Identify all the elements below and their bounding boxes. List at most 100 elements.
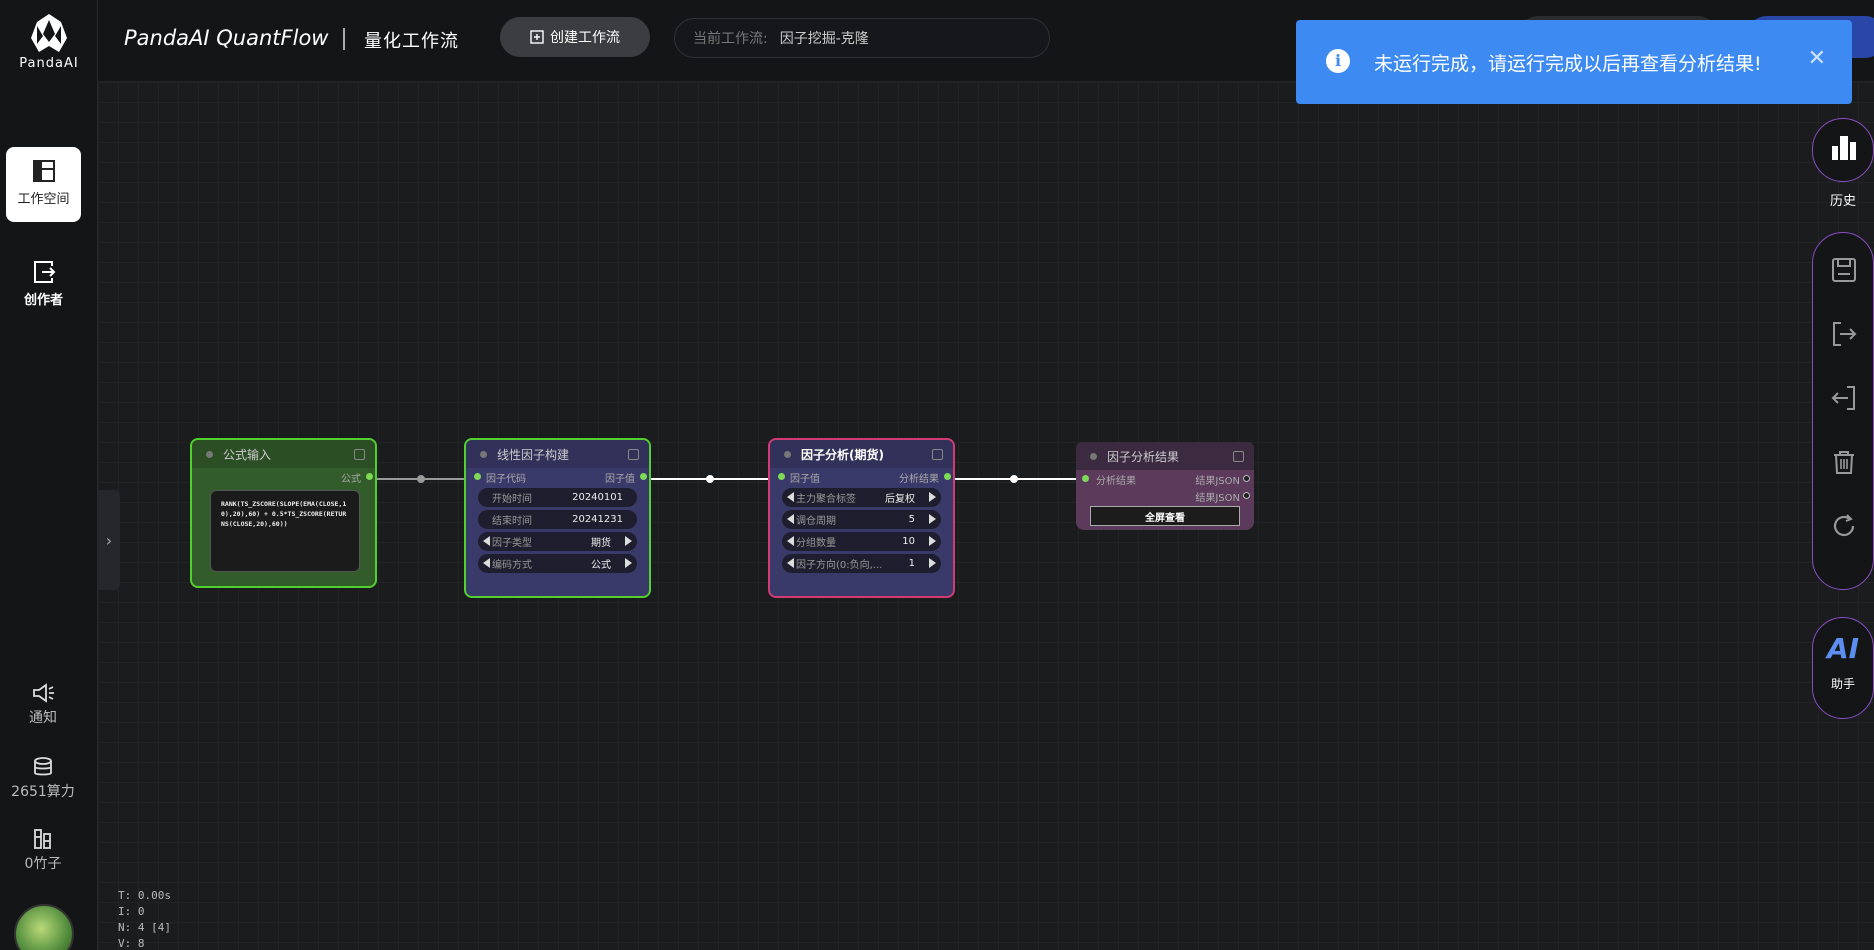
plus-square-icon	[530, 30, 544, 44]
node-status-dot	[206, 450, 213, 458]
export-icon[interactable]	[1830, 320, 1858, 348]
expand-panel-button[interactable]: ›	[98, 490, 120, 590]
rebalance-period-stepper[interactable]: 调仓周期 5	[782, 510, 941, 529]
node-title: 公式输入	[223, 447, 272, 462]
history-button[interactable]	[1812, 118, 1874, 182]
arrow-left-icon[interactable]	[787, 536, 794, 546]
group-count-stepper[interactable]: 分组数量 10	[782, 532, 941, 551]
node-formula-input[interactable]: 公式输入 公式 RANK(TS_ZSCORE(SLOPE(EMA(CLOSE,1…	[190, 438, 377, 588]
formula-textarea[interactable]: RANK(TS_ZSCORE(SLOPE(EMA(CLOSE,10),20),6…	[210, 490, 360, 572]
output-port[interactable]	[944, 473, 951, 480]
output-port[interactable]	[1243, 475, 1250, 482]
output-port[interactable]	[1243, 492, 1250, 499]
node-header[interactable]: 因子分析(期货)	[770, 440, 953, 468]
arrow-left-icon[interactable]	[787, 492, 794, 502]
factor-direction-stepper[interactable]: 因子方向(0:负向,... 1	[782, 554, 941, 573]
edit-icon[interactable]	[1233, 451, 1244, 462]
save-icon[interactable]	[1830, 256, 1858, 284]
node-header[interactable]: 因子分析结果	[1076, 442, 1254, 470]
arrow-right-icon[interactable]	[929, 558, 936, 568]
panda-logo-icon	[31, 14, 67, 52]
info-icon: i	[1326, 49, 1350, 73]
app-title: PandaAI QuantFlow	[124, 26, 329, 50]
compute-label: 2651算力	[11, 784, 75, 800]
input-port[interactable]	[778, 473, 785, 480]
input-port[interactable]	[474, 473, 481, 480]
create-workflow-button[interactable]: 创建工作流	[500, 17, 650, 57]
edit-icon[interactable]	[628, 449, 639, 460]
arrow-right-icon[interactable]	[625, 558, 632, 568]
arrow-left-icon[interactable]	[787, 514, 794, 524]
refresh-icon[interactable]	[1830, 512, 1858, 540]
node-factor-analysis[interactable]: 因子分析(期货) 因子值 分析结果 主力聚合标签 后复权 调仓周期 5 分组数量…	[768, 438, 955, 598]
fullscreen-view-button[interactable]: 全屏查看	[1090, 506, 1240, 526]
import-icon[interactable]	[1830, 384, 1858, 412]
end-date-field[interactable]: 结束时间 20241231	[478, 510, 637, 529]
toast-notification: i 未运行完成，请运行完成以后再查看分析结果! ✕	[1296, 20, 1852, 104]
main-contract-combo[interactable]: 主力聚合标签 后复权	[782, 488, 941, 507]
logo-text: PandaAI	[19, 56, 79, 71]
app-subtitle: 量化工作流	[364, 31, 459, 52]
ai-assistant-label: 助手	[1830, 677, 1855, 691]
avatar[interactable]	[14, 904, 74, 950]
start-date-field[interactable]: 开始时间 20240101	[478, 488, 637, 507]
widget-label: 编码方式	[492, 560, 532, 571]
factor-type-combo[interactable]: 因子类型 期货	[478, 532, 637, 551]
sidebar-compute[interactable]: 2651算力	[0, 756, 86, 801]
input-port[interactable]	[1082, 475, 1089, 482]
sidebar-item-workspace[interactable]: 工作空间	[6, 147, 81, 222]
output-port[interactable]	[640, 473, 647, 480]
arrow-right-icon[interactable]	[929, 492, 936, 502]
output-port-label: 因子值	[605, 474, 635, 485]
arrow-left-icon[interactable]	[787, 558, 794, 568]
encode-method-combo[interactable]: 编码方式 公式	[478, 554, 637, 573]
arrow-right-icon[interactable]	[929, 536, 936, 546]
logo: PandaAI	[0, 12, 98, 71]
node-status-dot	[480, 450, 487, 458]
coins-icon	[34, 757, 52, 776]
widget-value: 10	[902, 536, 915, 547]
bamboo-label: 0竹子	[24, 856, 62, 872]
edit-icon[interactable]	[354, 449, 365, 460]
sidebar-notify[interactable]: 通知	[0, 682, 86, 727]
node-title: 因子分析结果	[1107, 449, 1180, 464]
arrow-right-icon[interactable]	[929, 514, 936, 524]
workflow-label: 当前工作流:	[693, 31, 768, 47]
widget-value: 20241231	[572, 514, 623, 525]
workflow-name: 因子挖掘-克隆	[779, 31, 869, 47]
node-factor-result[interactable]: 因子分析结果 分析结果 结果JSON 结果JSON 全屏查看	[1076, 442, 1254, 530]
widget-value: 20240101	[572, 492, 623, 503]
input-port-label: 分析结果	[1096, 476, 1136, 487]
widget-label: 主力聚合标签	[796, 494, 856, 505]
title-divider	[343, 28, 345, 50]
stat-time: T: 0.00s	[118, 889, 171, 902]
sidebar-item-label: 创作者	[23, 293, 63, 308]
sidebar-item-creator[interactable]: 创作者	[6, 248, 81, 323]
current-workflow-field[interactable]: 当前工作流: 因子挖掘-克隆	[674, 18, 1050, 58]
arrow-left-icon[interactable]	[483, 558, 490, 568]
node-header[interactable]: 公式输入	[192, 440, 375, 468]
node-header[interactable]: 线性因子构建	[466, 440, 649, 468]
node-status-dot	[784, 450, 791, 458]
edit-icon[interactable]	[932, 449, 943, 460]
arrow-left-icon[interactable]	[483, 536, 490, 546]
node-linear-factor-build[interactable]: 线性因子构建 因子代码 因子值 开始时间 20240101 结束时间 20241…	[464, 438, 651, 598]
widget-label: 结束时间	[492, 516, 532, 527]
stat-nodes: N: 4 [4]	[118, 921, 171, 934]
chevron-right-icon: ›	[105, 530, 113, 550]
delete-icon[interactable]	[1830, 448, 1858, 476]
output-port-label: 结果JSON	[1195, 476, 1240, 487]
toast-message: 未运行完成，请运行完成以后再查看分析结果!	[1374, 53, 1762, 75]
widget-label: 因子类型	[492, 538, 532, 549]
port-row: 结果JSON	[1076, 487, 1254, 504]
arrow-right-icon[interactable]	[625, 536, 632, 546]
bamboo-icon	[34, 829, 51, 849]
stat-visible: V: 8	[118, 937, 145, 950]
output-port[interactable]	[366, 473, 373, 480]
sidebar-bamboo[interactable]: 0竹子	[0, 828, 86, 873]
output-port-label: 公式	[341, 474, 361, 485]
widget-value: 后复权	[885, 494, 915, 505]
widget-label: 调仓周期	[796, 516, 836, 527]
widget-value: 5	[908, 514, 915, 525]
close-icon[interactable]: ✕	[1808, 46, 1826, 71]
